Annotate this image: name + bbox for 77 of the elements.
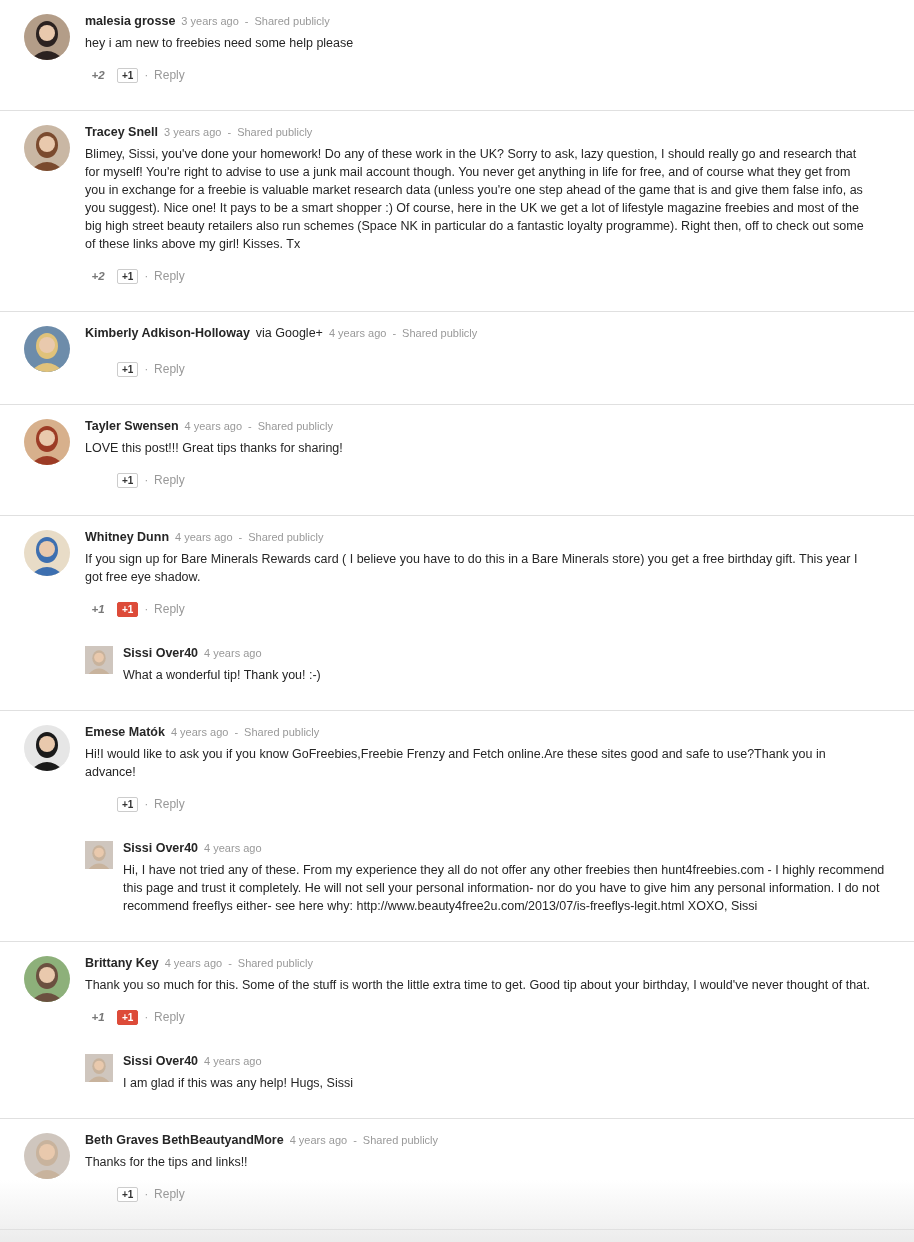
separator: · (144, 798, 149, 810)
plus-count: +2 (90, 270, 106, 282)
author-name[interactable]: Sissi Over40 (123, 841, 199, 855)
plus-one-button[interactable]: +1 (117, 1186, 139, 1202)
separator: · (144, 1011, 149, 1023)
separator: · (144, 270, 149, 282)
visibility-label: Shared publicly (248, 531, 324, 543)
reply-link[interactable]: Reply (154, 1187, 185, 1201)
reply-text: What a wonderful tip! Thank you! :-) (123, 667, 322, 684)
author-name[interactable]: Sissi Over40 (123, 646, 199, 660)
separator: - (244, 15, 249, 27)
separator: · (144, 69, 149, 81)
reply-link[interactable]: Reply (154, 68, 185, 82)
timestamp[interactable]: 4 years ago (204, 842, 262, 854)
author-name[interactable]: Sissi Over40 (123, 1054, 199, 1068)
plus-one-button[interactable]: +1 (117, 796, 139, 812)
plus-count: +1 (90, 1011, 106, 1023)
visibility-label: Shared publicly (362, 1134, 439, 1146)
plus-one-button[interactable]: +1 (117, 361, 139, 377)
separator: · (144, 1188, 149, 1200)
visibility-label: Shared publicly (237, 957, 313, 969)
reply-text: Hi, I have not tried any of these. From my experience they all do not offer any other freebies then hunt4freebies.com - I highly recommend this page and trust it completely. He will not sell your personal information- nor do you have to give him any personal information. I do not recommend freeflys either- see here why: http://www.beauty4free2u.com/2013/07/is-freeflys-legit.html XOXO, Sissi (123, 862, 886, 915)
author-name[interactable]: Beth Graves BethBeautyandMore (85, 1133, 284, 1147)
timestamp[interactable]: 4 years ago (170, 726, 229, 738)
comment-text: Hi!I would like to ask you if you know GoFreebies,Freebie Frenzy and Fetch online.Are these sites good and safe to use?Thank you in advance! (85, 746, 827, 781)
plus-one-button[interactable]: +1 (117, 472, 139, 488)
plus-one-button[interactable]: +1 (117, 1009, 139, 1025)
timestamp[interactable]: 4 years ago (204, 1055, 262, 1067)
author-name[interactable]: Tracey Snell (85, 125, 158, 139)
timestamp[interactable]: 3 years ago (181, 15, 239, 27)
plus-count: +2 (90, 69, 106, 81)
reply-link[interactable]: Reply (154, 797, 185, 811)
separator: - (228, 957, 232, 969)
comment-text: hey i am new to freebies need some help please (85, 35, 355, 52)
comment-text: LOVE this post!!! Great tips thanks for sharing! (85, 440, 344, 457)
author-name[interactable]: Tayler Swensen (85, 419, 179, 433)
timestamp[interactable]: 4 years ago (184, 420, 243, 432)
timestamp[interactable]: 3 years ago (163, 126, 222, 138)
visibility-label: Shared publicly (254, 15, 330, 27)
visibility-label: Shared publicly (257, 420, 333, 432)
visibility-label: Shared publicly (402, 327, 478, 339)
timestamp[interactable]: 4 years ago (175, 531, 233, 543)
timestamp[interactable]: 4 years ago (328, 327, 387, 339)
reply-text: I am glad if this was any help! Hugs, Sissi (123, 1075, 354, 1092)
timestamp[interactable]: 4 years ago (289, 1134, 348, 1146)
comment-text: Thanks for the tips and links!! (85, 1154, 249, 1171)
separator: · (144, 474, 149, 486)
separator: - (392, 327, 397, 339)
separator: - (353, 1134, 357, 1146)
author-name[interactable]: Brittany Key (85, 956, 159, 970)
visibility-label: Shared publicly (237, 126, 313, 138)
separator: - (238, 531, 243, 543)
plus-count: +1 (90, 603, 106, 615)
timestamp[interactable]: 4 years ago (164, 957, 223, 969)
comment-text: If you sign up for Bare Minerals Rewards card ( I believe you have to do this in a Bare Minerals store) you get a free birthday gift. This year I got free eye shadow. (85, 551, 859, 586)
separator: - (227, 126, 232, 138)
separator: - (248, 420, 252, 432)
plus-one-button[interactable]: +1 (117, 67, 139, 83)
author-name[interactable]: Whitney Dunn (85, 530, 169, 544)
visibility-label: Shared publicly (244, 726, 320, 738)
timestamp[interactable]: 4 years ago (204, 647, 262, 659)
author-name[interactable]: Kimberly Adkison-Holloway (85, 326, 250, 340)
separator: - (234, 726, 239, 738)
author-name[interactable]: malesia grosse (85, 14, 176, 28)
reply-link[interactable]: Reply (154, 473, 185, 487)
reply-link[interactable]: Reply (154, 269, 185, 283)
plus-one-button[interactable]: +1 (117, 601, 139, 617)
comment-text: Blimey, Sissi, you've done your homework! Do any of these work in the UK? Sorry to ask, lazy question, I should really go and research that for myself! You're right to advise to use a junk mail account though. You never get anything in life for free, and of course what they get from you in exchange for a freebie is valuable market research data (unless you're one step ahead of the game that is and give them false info, as you suggest). Nice one! It pays to be a smart shopper :) Of course, here in the UK we get a lot of lifestyle magazine freebies and most of the big high street beauty retailers also run schemes (Space NK in particular do a fantastic loyalty programme). Right then, off to check out some of these links above my girl! Kisses. Tx (85, 146, 865, 253)
reply-link[interactable]: Reply (154, 602, 185, 616)
author-name[interactable]: Emese Matók (85, 725, 165, 739)
via-label: via Google+ (255, 326, 323, 340)
comment-text: Thank you so much for this. Some of the stuff is worth the little extra time to get. Good tip about your birthday, I would've never thought of that. (85, 977, 870, 994)
plus-one-button[interactable]: +1 (117, 268, 139, 284)
separator: · (144, 603, 149, 615)
separator: · (144, 363, 149, 375)
reply-link[interactable]: Reply (154, 1010, 185, 1024)
reply-link[interactable]: Reply (154, 362, 185, 376)
